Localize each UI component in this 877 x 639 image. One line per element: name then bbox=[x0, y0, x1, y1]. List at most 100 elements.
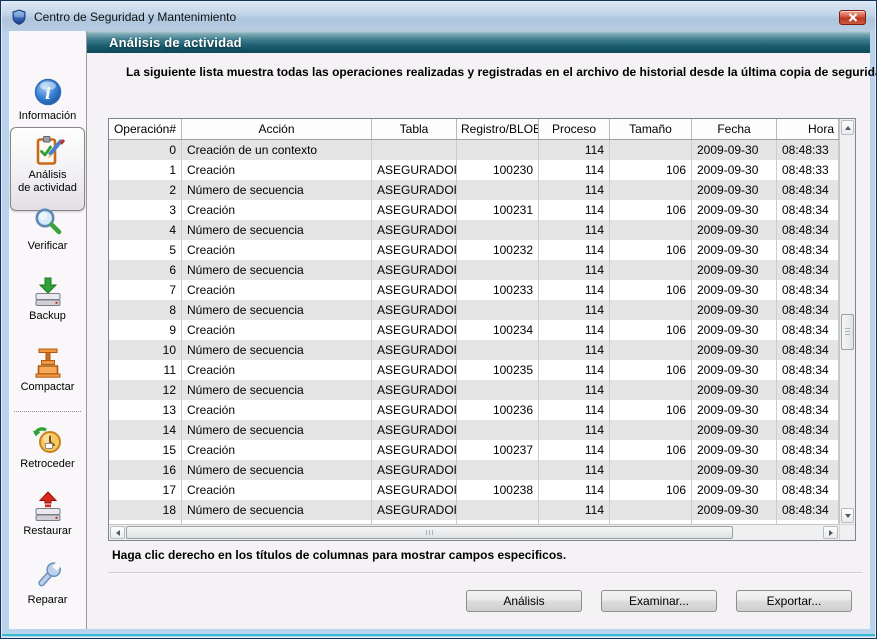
scroll-left-button[interactable] bbox=[110, 526, 125, 539]
table-row[interactable]: 7CreaciónASEGURADOR1002331141062009-09-3… bbox=[109, 280, 839, 300]
sidebar-item-label: Verificar bbox=[28, 240, 68, 253]
column-header-fecha[interactable]: Fecha bbox=[692, 119, 777, 139]
cell-hora: 08:48:34 bbox=[777, 320, 839, 340]
close-button[interactable] bbox=[839, 10, 866, 25]
cell-hora: 08:48:33 bbox=[777, 140, 839, 160]
sidebar-item-backup[interactable]: Backup bbox=[10, 271, 85, 323]
column-header-tamano[interactable]: Tamaño bbox=[610, 119, 692, 139]
cell-hora: 08:48:34 bbox=[777, 180, 839, 200]
table-row[interactable]: 5CreaciónASEGURADOR1002321141062009-09-3… bbox=[109, 240, 839, 260]
cell-registro: 100238 bbox=[457, 480, 539, 500]
cell-operation: 6 bbox=[109, 260, 182, 280]
backup-icon bbox=[31, 274, 65, 310]
app-window: Centro de Seguridad y Mantenimiento iInf… bbox=[0, 0, 877, 639]
cell-action: Número de secuencia bbox=[182, 460, 372, 480]
cell-proceso: 114 bbox=[539, 200, 610, 220]
cell-tamano: 106 bbox=[610, 400, 692, 420]
table-row[interactable]: 15CreaciónASEGURADOR1002371141062009-09-… bbox=[109, 440, 839, 460]
cell-action: Número de secuencia bbox=[182, 380, 372, 400]
cell-registro: 100230 bbox=[457, 160, 539, 180]
cell-tabla: ASEGURADOR bbox=[372, 280, 457, 300]
scroll-down-button[interactable] bbox=[841, 508, 854, 523]
table-row[interactable]: 3CreaciónASEGURADOR1002311141062009-09-3… bbox=[109, 200, 839, 220]
table-row[interactable]: 14Número de secuenciaASEGURADOR1142009-0… bbox=[109, 420, 839, 440]
close-icon bbox=[848, 13, 858, 22]
cell-tamano bbox=[610, 500, 692, 520]
cell-operation: 5 bbox=[109, 240, 182, 260]
table-row[interactable]: 12Número de secuenciaASEGURADOR1142009-0… bbox=[109, 380, 839, 400]
table-row[interactable]: 9CreaciónASEGURADOR1002341141062009-09-3… bbox=[109, 320, 839, 340]
cell-hora: 08:48:34 bbox=[777, 360, 839, 380]
cell-tamano bbox=[610, 340, 692, 360]
table-row[interactable]: 0Creación de un contexto1142009-09-3008:… bbox=[109, 140, 839, 160]
table-row[interactable]: 10Número de secuenciaASEGURADOR1142009-0… bbox=[109, 340, 839, 360]
cell-operation: 10 bbox=[109, 340, 182, 360]
cell-proceso: 114 bbox=[539, 380, 610, 400]
column-header-hora[interactable]: Hora bbox=[777, 119, 839, 139]
sidebar-item-compact[interactable]: Compactar bbox=[10, 342, 85, 394]
sidebar-item-verify[interactable]: Verificar bbox=[10, 201, 85, 253]
cell-tabla: ASEGURADOR bbox=[372, 460, 457, 480]
cell-hora: 08:48:34 bbox=[777, 240, 839, 260]
table-row[interactable]: 13CreaciónASEGURADOR1002361141062009-09-… bbox=[109, 400, 839, 420]
horizontal-scroll-thumb[interactable] bbox=[126, 526, 733, 539]
table-row[interactable]: 1CreaciónASEGURADOR1002301141062009-09-3… bbox=[109, 160, 839, 180]
restore-icon bbox=[31, 489, 65, 525]
cell-proceso: 114 bbox=[539, 420, 610, 440]
app-shield-icon bbox=[11, 9, 27, 25]
export-button[interactable]: Exportar... bbox=[736, 590, 852, 612]
sidebar-item-activity[interactable]: Análisisde actividad bbox=[10, 127, 85, 211]
cell-proceso: 114 bbox=[539, 340, 610, 360]
cell-tabla: ASEGURADOR bbox=[372, 440, 457, 460]
scroll-right-button[interactable] bbox=[823, 526, 838, 539]
table-row[interactable]: 8Número de secuenciaASEGURADOR1142009-09… bbox=[109, 300, 839, 320]
vertical-scrollbar[interactable] bbox=[839, 119, 855, 524]
cell-fecha: 2009-09-30 bbox=[692, 400, 777, 420]
sidebar-item-info[interactable]: iInformación bbox=[10, 71, 85, 123]
column-header-proceso[interactable]: Proceso bbox=[539, 119, 610, 139]
cell-hora: 08:48:34 bbox=[777, 440, 839, 460]
repair-icon bbox=[31, 558, 65, 594]
table-row[interactable]: 2Número de secuenciaASEGURADOR1142009-09… bbox=[109, 180, 839, 200]
cell-tabla: ASEGURADOR bbox=[372, 420, 457, 440]
cell-registro: 100232 bbox=[457, 240, 539, 260]
cell-action: Creación bbox=[182, 440, 372, 460]
cell-registro: 100236 bbox=[457, 400, 539, 420]
cell-tabla: ASEGURADOR bbox=[372, 200, 457, 220]
cell-tamano: 106 bbox=[610, 320, 692, 340]
cell-tamano bbox=[610, 140, 692, 160]
table-row[interactable]: 16Número de secuenciaASEGURADOR1142009-0… bbox=[109, 460, 839, 480]
cell-operation: 2 bbox=[109, 180, 182, 200]
sidebar-item-repair[interactable]: Reparar bbox=[10, 555, 85, 607]
cell-action: Número de secuencia bbox=[182, 420, 372, 440]
sidebar-divider bbox=[14, 411, 81, 412]
table-row[interactable]: 11CreaciónASEGURADOR1002351141062009-09-… bbox=[109, 360, 839, 380]
table-row[interactable]: 4Número de secuenciaASEGURADOR1142009-09… bbox=[109, 220, 839, 240]
cell-registro bbox=[457, 260, 539, 280]
column-header-action[interactable]: Acción bbox=[182, 119, 372, 139]
cell-operation: 14 bbox=[109, 420, 182, 440]
cell-proceso: 114 bbox=[539, 480, 610, 500]
title-bar[interactable]: Centro de Seguridad y Mantenimiento bbox=[2, 2, 875, 31]
scroll-up-button[interactable] bbox=[841, 120, 854, 135]
sidebar-item-restore[interactable]: Restaurar bbox=[10, 486, 85, 538]
browse-button[interactable]: Examinar... bbox=[601, 590, 717, 612]
column-header-operation[interactable]: Operación# bbox=[109, 119, 182, 139]
cell-action: Número de secuencia bbox=[182, 340, 372, 360]
analysis-button[interactable]: Análisis bbox=[466, 590, 582, 612]
cell-fecha: 2009-09-30 bbox=[692, 180, 777, 200]
table-row[interactable]: 17CreaciónASEGURADOR1002381141062009-09-… bbox=[109, 480, 839, 500]
svg-text:i: i bbox=[44, 84, 50, 103]
cell-operation: 13 bbox=[109, 400, 182, 420]
table-row[interactable]: 18Número de secuenciaASEGURADOR1142009-0… bbox=[109, 500, 839, 520]
cell-registro: 100234 bbox=[457, 320, 539, 340]
vertical-scroll-thumb[interactable] bbox=[841, 314, 854, 350]
sidebar-item-label: de actividad bbox=[18, 182, 77, 195]
horizontal-scrollbar[interactable] bbox=[109, 524, 839, 540]
table-row[interactable]: 6Número de secuenciaASEGURADOR1142009-09… bbox=[109, 260, 839, 280]
cell-action: Número de secuencia bbox=[182, 500, 372, 520]
column-header-registro[interactable]: Registro/BLOB bbox=[457, 119, 539, 139]
cell-registro bbox=[457, 380, 539, 400]
column-header-tabla[interactable]: Tabla bbox=[372, 119, 457, 139]
sidebar-item-rollback[interactable]: Retroceder bbox=[10, 419, 85, 471]
